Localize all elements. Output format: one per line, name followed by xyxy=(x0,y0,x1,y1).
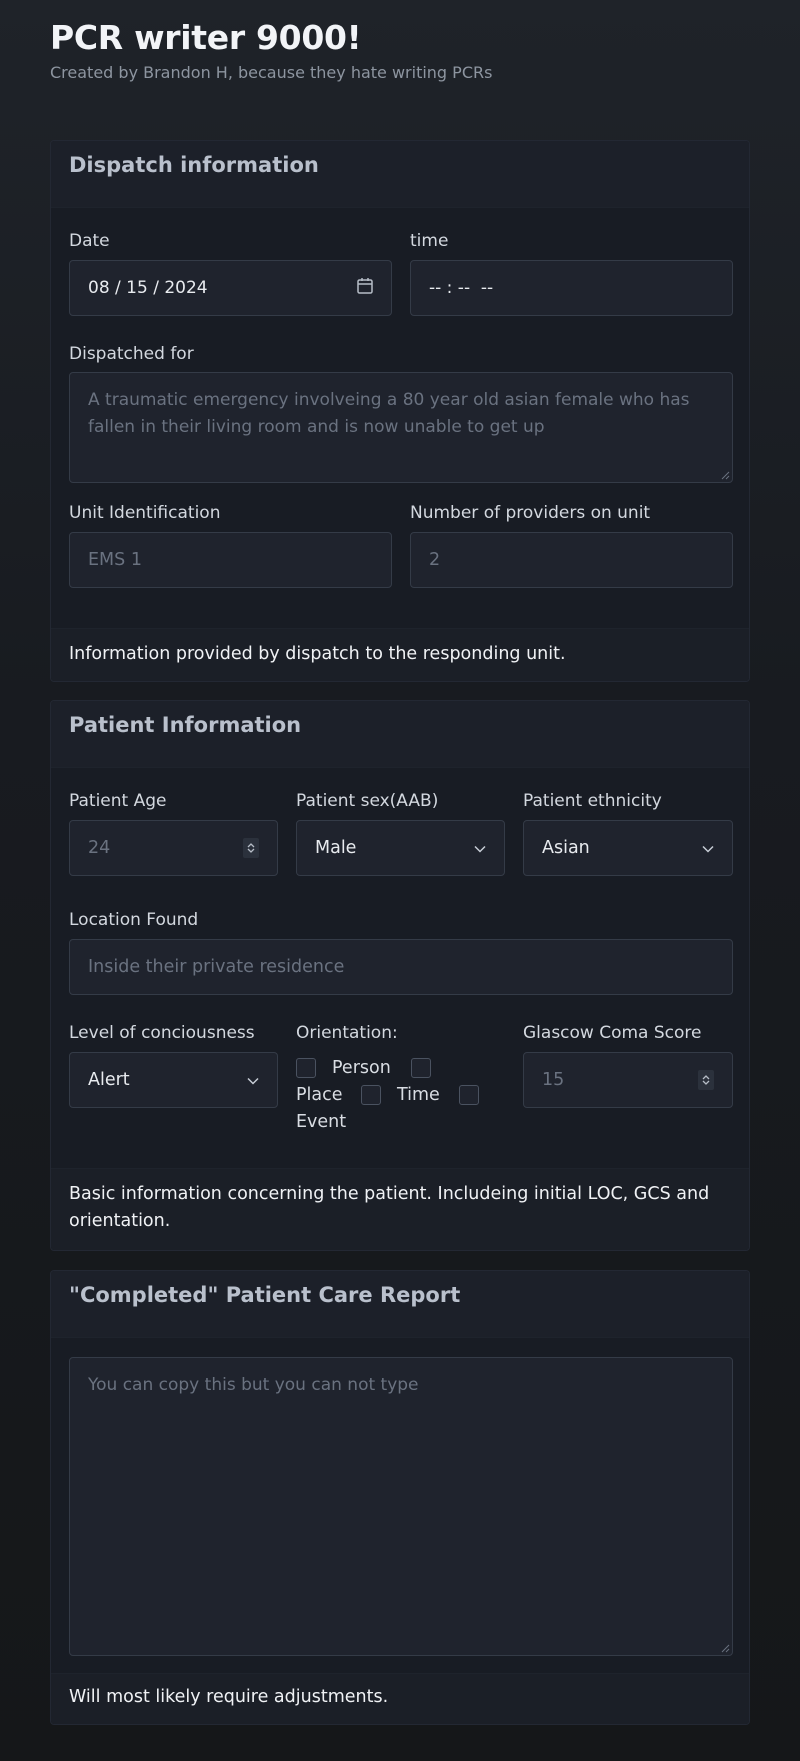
patient-card-title: Patient Information xyxy=(51,701,749,768)
dispatched-for-textarea[interactable]: A traumatic emergency involveing a 80 ye… xyxy=(69,372,733,483)
sex-select[interactable]: Male xyxy=(296,820,505,876)
time-value: -- : -- -- xyxy=(429,278,494,298)
spinner-icon[interactable] xyxy=(698,1070,714,1090)
calendar-icon[interactable] xyxy=(357,277,373,299)
providers-placeholder: 2 xyxy=(429,550,441,570)
orientation-time-label: Time xyxy=(397,1085,440,1105)
patient-card: Patient Information Patient Age 24 Patie… xyxy=(50,700,750,1251)
resize-handle-icon[interactable] xyxy=(721,1644,730,1653)
date-value: 08 / 15 / 2024 xyxy=(88,278,208,298)
gcs-input[interactable]: 15 xyxy=(523,1052,733,1108)
dispatch-card: Dispatch information Date 08 / 15 / 2024… xyxy=(50,140,750,682)
report-card-footer: Will most likely require adjustments. xyxy=(51,1673,749,1724)
loc-value: Alert xyxy=(88,1070,130,1090)
orientation-event-checkbox[interactable] xyxy=(459,1085,479,1105)
sex-value: Male xyxy=(315,838,357,858)
ethnicity-select[interactable]: Asian xyxy=(523,820,733,876)
gcs-label: Glascow Coma Score xyxy=(523,1023,702,1043)
orientation-label: Orientation: xyxy=(296,1023,398,1043)
report-placeholder: You can copy this but you can not type xyxy=(88,1375,419,1395)
loc-label: Level of conciousness xyxy=(69,1023,255,1043)
orientation-person-label: Person xyxy=(332,1058,391,1078)
ethnicity-label: Patient ethnicity xyxy=(523,791,662,811)
unit-input[interactable]: EMS 1 xyxy=(69,532,392,588)
chevron-down-icon xyxy=(702,838,714,858)
time-label: time xyxy=(410,231,449,251)
orientation-event-label: Event xyxy=(296,1112,347,1132)
providers-label: Number of providers on unit xyxy=(410,503,651,523)
ethnicity-value: Asian xyxy=(542,838,590,858)
dispatch-card-title: Dispatch information xyxy=(51,141,749,208)
gcs-placeholder: 15 xyxy=(542,1070,565,1090)
page-subtitle: Created by Brandon H, because they hate … xyxy=(50,63,493,82)
sex-label: Patient sex(AAB) xyxy=(296,791,439,811)
orientation-time-checkbox[interactable] xyxy=(361,1085,381,1105)
age-placeholder: 24 xyxy=(88,838,111,858)
dispatched-for-label: Dispatched for xyxy=(69,344,194,364)
chevron-down-icon xyxy=(247,1070,259,1090)
report-textarea[interactable]: You can copy this but you can not type xyxy=(69,1357,733,1656)
location-label: Location Found xyxy=(69,910,199,930)
report-card: "Completed" Patient Care Report You can … xyxy=(50,1270,750,1725)
providers-input[interactable]: 2 xyxy=(410,532,733,588)
time-input[interactable]: -- : -- -- xyxy=(410,260,733,316)
unit-placeholder: EMS 1 xyxy=(88,550,142,570)
location-placeholder: Inside their private residence xyxy=(88,957,345,977)
dispatched-for-placeholder: A traumatic emergency involveing a 80 ye… xyxy=(88,390,690,437)
loc-select[interactable]: Alert xyxy=(69,1052,278,1108)
date-input[interactable]: 08 / 15 / 2024 xyxy=(69,260,392,316)
resize-handle-icon[interactable] xyxy=(721,471,730,480)
unit-label: Unit Identification xyxy=(69,503,221,523)
page-title: PCR writer 9000! xyxy=(50,18,362,57)
spinner-icon[interactable] xyxy=(243,838,259,858)
orientation-person-checkbox[interactable] xyxy=(296,1058,316,1078)
age-label: Patient Age xyxy=(69,791,167,811)
chevron-down-icon xyxy=(474,838,486,858)
orientation-place-label: Place xyxy=(296,1085,343,1105)
location-input[interactable]: Inside their private residence xyxy=(69,939,733,995)
date-label: Date xyxy=(69,231,110,251)
orientation-place-checkbox[interactable] xyxy=(411,1058,431,1078)
age-input[interactable]: 24 xyxy=(69,820,278,876)
report-card-title: "Completed" Patient Care Report xyxy=(51,1271,749,1338)
patient-card-footer: Basic information concerning the patient… xyxy=(51,1168,749,1250)
dispatch-card-footer: Information provided by dispatch to the … xyxy=(51,628,749,681)
